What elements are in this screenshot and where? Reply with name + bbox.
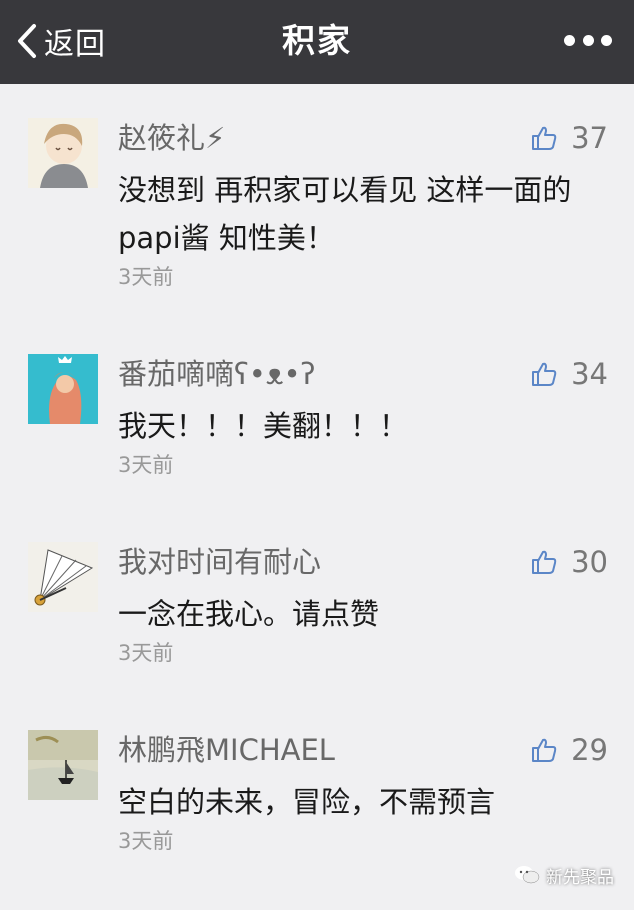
more-dots-icon [601,35,612,46]
comment-text: 我天！！！美翻！！！ [118,402,598,450]
like-count: 34 [571,357,608,391]
avatar[interactable] [28,118,98,188]
thumbs-up-icon [531,125,557,151]
like-button[interactable]: 37 [531,118,608,158]
like-count: 29 [571,733,608,767]
watermark-text: 新先聚品 [546,863,614,888]
comment-text: 空白的未来，冒险，不需预言 [118,778,598,826]
avatar[interactable] [28,730,98,800]
comment-time: 3天前 [118,826,173,856]
navigation-bar: 返回 积家 [0,0,634,84]
like-count: 30 [571,545,608,579]
thumbs-up-icon [531,737,557,763]
commenter-name[interactable]: 林鹏飛MICHAEL [118,730,335,770]
watermark: 新先聚品 [514,860,614,890]
like-button[interactable]: 30 [531,542,608,582]
more-menu-button[interactable] [564,30,612,50]
comment-item: 赵筱礼⚡ 37 没想到 再积家可以看见 这样一面的papi酱 知性美！ 3天前 [0,118,634,298]
comment-text: 一念在我心。请点赞 [118,590,598,638]
avatar[interactable] [28,542,98,612]
like-button[interactable]: 34 [531,354,608,394]
commenter-name[interactable]: 番茄嘀嘀ʕ•ᴥ•ʔ [118,354,315,394]
like-button[interactable]: 29 [531,730,608,770]
comment-item: 番茄嘀嘀ʕ•ᴥ•ʔ 34 我天！！！美翻！！！ 3天前 [0,354,634,534]
comment-time: 3天前 [118,262,173,292]
commenter-name[interactable]: 我对时间有耐心 [118,542,321,582]
comment-text: 没想到 再积家可以看见 这样一面的papi酱 知性美！ [118,166,598,262]
comment-time: 3天前 [118,450,173,480]
wechat-logo-icon [514,864,540,886]
comment-item: 我对时间有耐心 30 一念在我心。请点赞 3天前 [0,542,634,722]
page-title: 积家 [0,18,634,64]
comment-time: 3天前 [118,638,173,668]
avatar[interactable] [28,354,98,424]
more-dots-icon [583,35,594,46]
commenter-name[interactable]: 赵筱礼⚡ [118,118,225,158]
more-dots-icon [564,35,575,46]
thumbs-up-icon [531,549,557,575]
like-count: 37 [571,121,608,155]
thumbs-up-icon [531,361,557,387]
